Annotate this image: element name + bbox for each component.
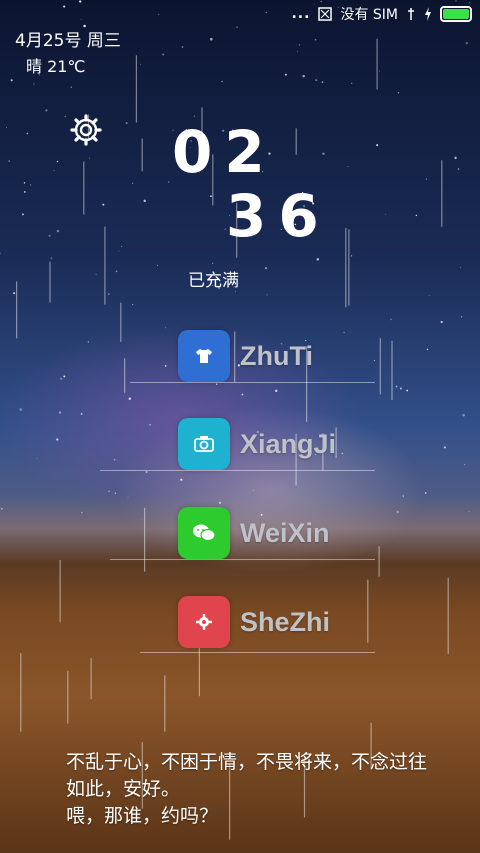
divider [130, 382, 375, 383]
gear-icon[interactable] [178, 596, 230, 648]
wechat-icon[interactable] [178, 507, 230, 559]
battery-icon [440, 6, 472, 22]
no-sim-label: 没有 SIM [340, 7, 398, 23]
app-weixin[interactable]: WeiXin [178, 507, 330, 559]
divider [110, 559, 375, 560]
charge-status: 已充满 [188, 271, 239, 291]
divider [100, 470, 375, 471]
poem-line-2: 如此，安好。 [66, 778, 181, 800]
camera-icon[interactable] [178, 418, 230, 470]
app-zhuti[interactable]: ZhuTi [178, 330, 313, 382]
sim-card-icon [318, 7, 333, 21]
status-bar: ... 没有 SIM [0, 0, 480, 28]
poem-line-1: 不乱于心，不困于情，不畏将来，不念过往 [66, 751, 428, 773]
app-label-zhuti[interactable]: ZhuTi [240, 341, 313, 372]
app-shezhi[interactable]: SheZhi [178, 596, 330, 648]
charging-bolt-icon [425, 7, 431, 21]
gear-icon[interactable] [70, 114, 102, 146]
clock-hours: 02 [172, 118, 277, 186]
weather-text: 晴 21℃ [26, 57, 86, 76]
app-label-xiangji[interactable]: XiangJi [240, 429, 336, 460]
poem: 不乱于心，不困于情，不畏将来，不念过往 如此，安好。 喂，那谁，约吗？ [66, 749, 427, 830]
date-text: 4月25号 周三 [15, 31, 121, 51]
app-label-weixin[interactable]: WeiXin [240, 518, 330, 549]
starfield [0, 0, 471, 520]
signal-icon [408, 8, 414, 20]
notification-dots: ... [291, 6, 311, 22]
shirt-icon[interactable] [178, 330, 230, 382]
divider [140, 652, 375, 653]
app-label-shezhi[interactable]: SheZhi [240, 607, 330, 638]
clock-minutes: 36 [226, 182, 331, 250]
app-xiangji[interactable]: XiangJi [178, 418, 336, 470]
poem-line-3: 喂，那谁，约吗？ [66, 805, 219, 827]
